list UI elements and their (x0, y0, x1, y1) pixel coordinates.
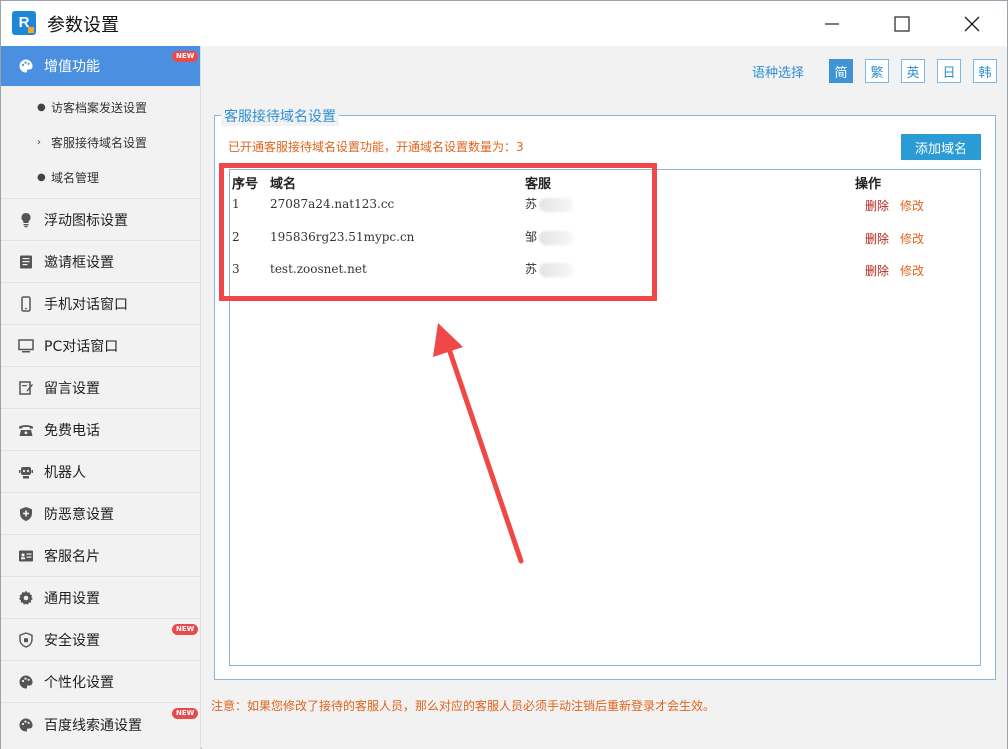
sidebar-subitem-label: 域名管理 (51, 171, 100, 185)
sidebar-item-label: 免费电话 (44, 422, 100, 439)
note-icon (18, 380, 34, 396)
sidebar-item-label: 邀请框设置 (44, 254, 114, 271)
sidebar-item-label: 客服名片 (44, 548, 100, 565)
column-header-actions: 操作 (855, 177, 882, 192)
sidebar-item-floating-icon[interactable]: 浮动图标设置 (1, 199, 200, 241)
sidebar: 增值功能 NEW ● 访客档案发送设置 › 客服接待域名设置 ● 域名管理 浮动… (1, 46, 201, 749)
minimize-icon (825, 22, 839, 25)
palette-icon (18, 717, 34, 733)
maximize-icon (894, 15, 910, 32)
sidebar-submenu: ● 访客档案发送设置 › 客服接待域名设置 ● 域名管理 (1, 86, 200, 199)
sidebar-subitem-domain-management[interactable]: ● 域名管理 (1, 160, 200, 195)
robot-icon (18, 464, 34, 480)
sidebar-item-personalization[interactable]: 个性化设置 (1, 661, 200, 703)
app-logo-icon: R (12, 11, 36, 35)
bullet-icon: ● (37, 102, 46, 113)
id-card-icon (18, 548, 34, 564)
sidebar-subitem-agent-domain[interactable]: › 客服接待域名设置 (1, 125, 200, 160)
sidebar-item-robot[interactable]: 机器人 (1, 451, 200, 493)
sidebar-subitem-visitor-profile[interactable]: ● 访客档案发送设置 (1, 90, 200, 125)
language-label: 语种选择 (751, 65, 804, 81)
sidebar-item-message[interactable]: 留言设置 (1, 367, 200, 409)
sidebar-item-pc-chat[interactable]: PC对话窗口 (1, 325, 200, 367)
lang-korean-button[interactable]: 韩 (973, 59, 997, 83)
sidebar-item-label: 留言设置 (44, 380, 100, 397)
add-domain-button[interactable]: 添加域名 (901, 134, 981, 160)
main-panel: 语种选择 简 繁 英 日 韩 客服接待域名设置 已开通客服接待域名设置功能，开通… (202, 46, 1007, 749)
gear-icon (18, 590, 34, 606)
edit-link[interactable]: 修改 (900, 262, 924, 279)
edit-link[interactable]: 修改 (900, 197, 924, 214)
sidebar-item-label: 个性化设置 (44, 674, 114, 691)
sidebar-item-general[interactable]: 通用设置 (1, 577, 200, 619)
phone-icon (18, 422, 34, 438)
close-button[interactable] (949, 1, 995, 46)
sidebar-item-label: 机器人 (44, 464, 86, 481)
sidebar-item-label: 通用设置 (44, 590, 100, 607)
language-selector: 语种选择 简 繁 英 日 韩 (752, 59, 997, 83)
lightbulb-icon (18, 212, 34, 228)
bullet-icon: ● (37, 172, 46, 183)
close-icon (964, 16, 980, 31)
status-notice: 已开通客服接待域名设置功能，开通域名设置数量为：3 (228, 140, 524, 154)
group-legend: 客服接待域名设置 (221, 106, 339, 126)
mobile-icon (18, 295, 34, 312)
new-badge: NEW (172, 708, 199, 719)
sidebar-item-agent-card[interactable]: 客服名片 (1, 535, 200, 577)
monitor-icon (18, 338, 34, 354)
chevron-right-icon: › (37, 137, 41, 148)
lang-japanese-button[interactable]: 日 (937, 59, 961, 83)
sidebar-item-anti-malicious[interactable]: 防恶意设置 (1, 493, 200, 535)
sidebar-subitem-label: 访客档案发送设置 (51, 101, 148, 115)
edit-link[interactable]: 修改 (900, 230, 924, 247)
delete-link[interactable]: 删除 (865, 230, 889, 247)
sidebar-item-label: 防恶意设置 (44, 506, 114, 523)
sidebar-item-label: 增值功能 (44, 59, 100, 75)
annotation-highlight-box (219, 163, 657, 301)
sidebar-item-label: 安全设置 (44, 632, 100, 649)
window-title: 参数设置 (47, 15, 119, 36)
palette-icon (18, 674, 34, 690)
sidebar-subitem-label: 客服接待域名设置 (51, 136, 148, 150)
sidebar-item-baidu-leads[interactable]: 百度线索通设置 NEW (1, 703, 200, 747)
new-badge: NEW (172, 51, 199, 62)
sidebar-item-value-added[interactable]: 增值功能 NEW (1, 46, 200, 86)
delete-link[interactable]: 删除 (865, 197, 889, 214)
minimize-button[interactable] (809, 1, 855, 46)
sidebar-item-label: 浮动图标设置 (44, 212, 128, 229)
sidebar-item-security[interactable]: 安全设置 NEW (1, 619, 200, 661)
document-icon (18, 254, 34, 270)
sidebar-item-label: 手机对话窗口 (44, 296, 128, 313)
title-bar: R 参数设置 (1, 1, 1007, 46)
sidebar-item-label: 百度线索通设置 (44, 718, 142, 734)
shield-icon (18, 631, 34, 648)
delete-link[interactable]: 删除 (865, 262, 889, 279)
settings-window: R 参数设置 增值功能 NEW ● 访客档案发送设置 › 客服接待域名设置 ● … (0, 0, 1008, 749)
new-badge: NEW (172, 624, 199, 635)
lang-simplified-button[interactable]: 简 (829, 59, 853, 83)
sidebar-item-mobile-chat[interactable]: 手机对话窗口 (1, 283, 200, 325)
lang-english-button[interactable]: 英 (901, 59, 925, 83)
sidebar-item-free-call[interactable]: 免费电话 (1, 409, 200, 451)
sidebar-item-invite-box[interactable]: 邀请框设置 (1, 241, 200, 283)
palette-icon (18, 58, 34, 74)
footnote-warning: 注意：如果您修改了接待的客服人员，那么对应的客服人员必须手动注销后重新登录才会生… (211, 699, 716, 713)
maximize-button[interactable] (879, 1, 925, 46)
shield-plus-icon (18, 506, 34, 522)
sidebar-item-label: PC对话窗口 (44, 338, 119, 355)
lang-traditional-button[interactable]: 繁 (865, 59, 889, 83)
